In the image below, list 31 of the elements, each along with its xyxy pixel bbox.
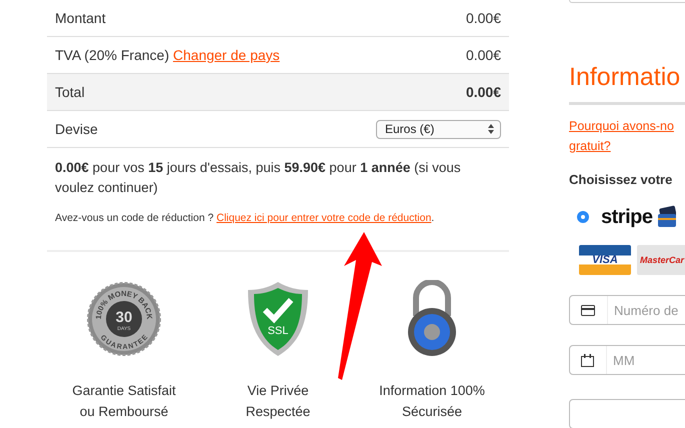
stripe-logo: stripe: [601, 206, 652, 228]
credit-cards-icon: [658, 205, 676, 229]
input-field[interactable]: Numéro de: [569, 295, 685, 325]
radio-button[interactable]: [577, 211, 589, 223]
change-country-link[interactable]: Changer de pays: [173, 47, 280, 63]
row-value: 0.00€: [466, 47, 501, 63]
ssl-shield-icon: SSL: [246, 280, 310, 358]
discount-question: Avez-vous un code de réduction ?: [55, 212, 214, 224]
discount-link[interactable]: Cliquez ici pour entrer votre code de réduction: [216, 212, 432, 224]
badge-caption: Information 100% Sécurisée: [378, 382, 486, 421]
choose-label: Choisissez votre: [569, 172, 674, 187]
badge-caption: Garantie Satisfait ou Remboursé: [71, 382, 177, 421]
period-text: .: [431, 212, 434, 224]
input-field[interactable]: MM: [569, 345, 685, 375]
row-label: TVA (20% France) Changer de pays: [55, 47, 280, 63]
why-link[interactable]: Pourquoi avons-no gratuit?: [569, 116, 685, 156]
updown-icon: [488, 124, 494, 134]
row-value: 0.00€: [466, 84, 501, 100]
row-value: 0.00€: [466, 10, 501, 26]
padlock-icon: [406, 280, 458, 358]
currency-select[interactable]: Euros (€): [376, 120, 501, 138]
calendar-icon: [581, 354, 594, 366]
badge-caption: Vie Privée Respectée: [244, 382, 312, 421]
card-logo: VISA: [579, 245, 631, 275]
row-label: Montant: [55, 10, 106, 26]
row-label: Total: [55, 84, 85, 100]
offer-text: 0.00€ pour vos 15 jours d'essais, puis 59.90€ pour 1 année (si vous voulez continuer): [55, 159, 462, 197]
row-label: Devise: [55, 121, 98, 137]
card-logo: MasterCar: [637, 245, 685, 275]
section-heading: Informatio: [569, 63, 682, 92]
credit-card-icon: [581, 304, 595, 316]
